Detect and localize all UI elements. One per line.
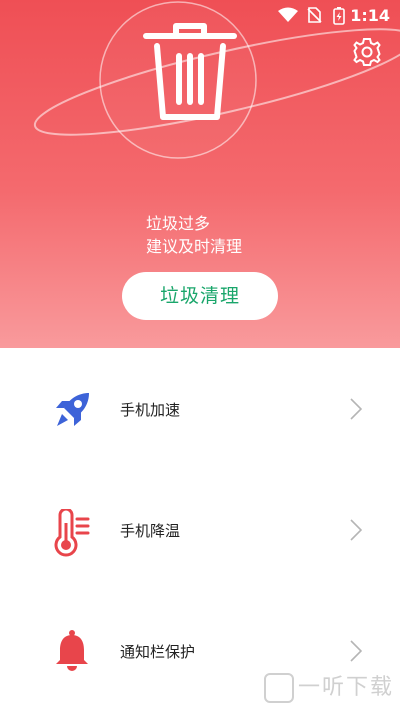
list-item-label: 通知栏保护 [120, 643, 196, 661]
chevron-right-icon [350, 398, 362, 420]
message-line-2: 建议及时清理 [146, 237, 243, 256]
hero-header: 1:14 垃圾过多 建议及时清理 垃圾清理 [0, 0, 400, 348]
no-sim-icon [307, 7, 322, 23]
wifi-icon [278, 7, 298, 22]
chevron-right-icon [350, 519, 362, 541]
thermometer-icon [54, 509, 90, 557]
watermark-logo-icon [263, 673, 294, 703]
gear-icon[interactable] [352, 36, 382, 66]
list-item-phone-boost[interactable]: 手机加速 [0, 348, 400, 469]
bell-icon [56, 630, 88, 671]
cleanup-message: 垃圾过多 建议及时清理 [146, 212, 242, 258]
rocket-icon [56, 393, 89, 426]
chevron-right-icon [350, 640, 362, 662]
watermark: 一听下载 [263, 669, 394, 703]
list-item-label: 手机加速 [120, 401, 181, 419]
message-line-1: 垃圾过多 [146, 214, 211, 233]
list-item-label: 手机降温 [120, 522, 181, 540]
junk-clean-button[interactable]: 垃圾清理 [122, 272, 278, 320]
watermark-text: 一听下载 [297, 675, 394, 700]
battery-icon [333, 7, 345, 25]
trash-icon [143, 23, 237, 120]
status-time: 1:14 [350, 6, 390, 25]
list-item-phone-cooling[interactable]: 手机降温 [0, 469, 400, 590]
